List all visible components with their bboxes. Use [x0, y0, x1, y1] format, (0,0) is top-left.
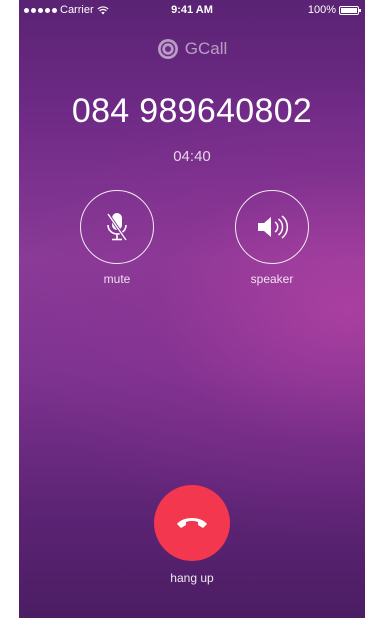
- status-bar: Carrier 9:41 AM 100%: [19, 0, 365, 20]
- status-right: 100%: [307, 4, 361, 16]
- mute-control: mute: [72, 190, 162, 286]
- hangup-button[interactable]: [154, 485, 230, 561]
- call-screen: Carrier 9:41 AM 100% GCall 084 989640802…: [19, 0, 365, 618]
- brand: GCall: [19, 38, 365, 60]
- gcall-logo-icon: [157, 39, 178, 59]
- battery-icon: [339, 5, 361, 15]
- mic-off-icon: [106, 213, 128, 241]
- hangup-control: hang up: [19, 485, 365, 585]
- phone-number: 084 989640802: [71, 92, 313, 130]
- phone-hangup-icon: [177, 518, 207, 528]
- speaker-icon: [258, 215, 289, 239]
- speaker-label: speaker: [250, 272, 294, 286]
- hangup-label: hang up: [170, 571, 214, 585]
- mute-label: mute: [103, 272, 131, 286]
- speaker-control: speaker: [227, 190, 317, 286]
- battery-percent: 100%: [307, 4, 336, 16]
- call-duration: 04:40: [173, 148, 211, 165]
- mute-button[interactable]: [80, 190, 154, 264]
- brand-name: GCall: [184, 39, 228, 58]
- speaker-button[interactable]: [235, 190, 309, 264]
